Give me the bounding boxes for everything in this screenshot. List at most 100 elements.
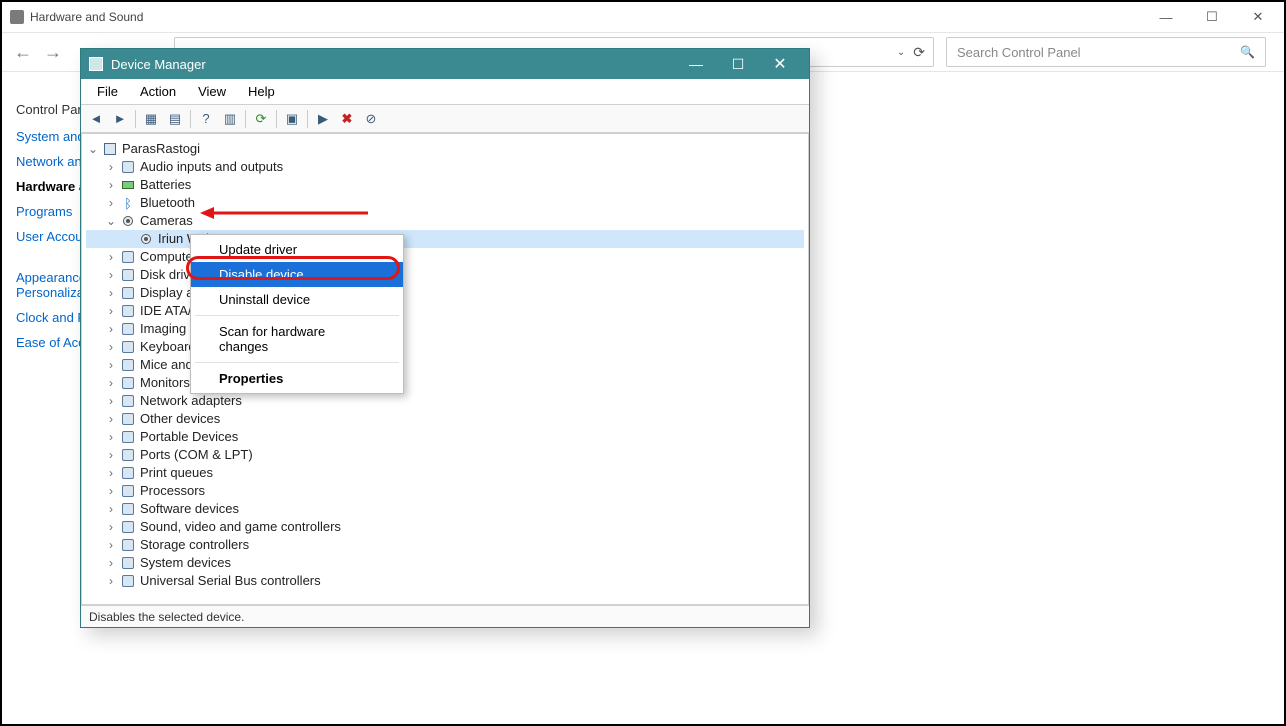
tree-label: Portable Devices xyxy=(140,428,238,446)
cp-search-box[interactable]: Search Control Panel 🔍 xyxy=(946,37,1266,67)
generic-icon xyxy=(120,501,136,517)
expand-icon[interactable]: › xyxy=(104,176,118,194)
minimize-button[interactable]: — xyxy=(1144,6,1188,28)
expand-icon[interactable]: › xyxy=(104,248,118,266)
generic-icon xyxy=(120,285,136,301)
expand-icon[interactable]: › xyxy=(104,464,118,482)
toolbar-help-icon[interactable]: ? xyxy=(195,108,217,130)
expand-icon[interactable]: › xyxy=(104,428,118,446)
dm-statusbar: Disables the selected device. xyxy=(81,605,809,627)
chevron-down-icon[interactable]: ⌄ xyxy=(897,47,905,58)
toolbar-show-hidden-icon[interactable]: ▦ xyxy=(140,108,162,130)
expand-icon[interactable]: › xyxy=(104,572,118,590)
toolbar-disable-icon[interactable]: ⊘ xyxy=(360,108,382,130)
expand-icon[interactable]: › xyxy=(104,536,118,554)
expand-icon[interactable]: › xyxy=(104,482,118,500)
collapse-icon[interactable]: ⌄ xyxy=(104,212,118,230)
tree-label: Monitors xyxy=(140,374,190,392)
tree-label: Universal Serial Bus controllers xyxy=(140,572,321,590)
tree-node[interactable]: › Processors xyxy=(86,482,804,500)
toolbar-update-driver-icon[interactable]: ▣ xyxy=(281,108,303,130)
generic-icon xyxy=(120,573,136,589)
tree-label: Sound, video and game controllers xyxy=(140,518,341,536)
context-item[interactable]: Update driver xyxy=(191,237,403,262)
expand-icon[interactable]: › xyxy=(104,518,118,536)
tree-label: Bluetooth xyxy=(140,194,195,212)
expand-icon[interactable]: › xyxy=(104,500,118,518)
tree-node[interactable]: › Portable Devices xyxy=(86,428,804,446)
search-placeholder: Search Control Panel xyxy=(957,45,1081,60)
tree-node[interactable]: ›System devices xyxy=(86,554,804,572)
forward-button[interactable]: → xyxy=(44,43,62,61)
context-item[interactable]: Disable device xyxy=(191,262,403,287)
generic-icon xyxy=(120,555,136,571)
expand-icon[interactable]: › xyxy=(104,158,118,176)
expand-icon[interactable]: › xyxy=(104,320,118,338)
battery-icon xyxy=(120,177,136,193)
context-item[interactable]: Scan for hardware changes xyxy=(191,319,403,359)
dm-toolbar: ◄ ► ▦ ▤ ? ▥ ⟳ ▣ ▶ ✖ ⊘ xyxy=(81,105,809,133)
context-item[interactable]: Uninstall device xyxy=(191,287,403,312)
toolbar-forward-icon[interactable]: ► xyxy=(109,108,131,130)
tree-node[interactable]: ›Software devices xyxy=(86,500,804,518)
tree-node[interactable]: ⌄ Cameras xyxy=(86,212,804,230)
dm-menu-item[interactable]: Help xyxy=(238,81,285,102)
toolbar-scan-icon[interactable]: ⟳ xyxy=(250,108,272,130)
expand-icon[interactable]: › xyxy=(104,554,118,572)
collapse-icon[interactable]: ⌄ xyxy=(86,140,100,158)
dm-close-button[interactable]: ✕ xyxy=(759,50,801,78)
generic-icon xyxy=(120,429,136,445)
toolbar-properties-icon[interactable]: ▤ xyxy=(164,108,186,130)
dm-menu-item[interactable]: File xyxy=(87,81,128,102)
tree-node[interactable]: › Bluetooth xyxy=(86,194,804,212)
tree-node[interactable]: ›Batteries xyxy=(86,176,804,194)
back-button[interactable]: ← xyxy=(14,43,32,61)
dm-minimize-button[interactable]: — xyxy=(675,50,717,78)
dm-titlebar[interactable]: Device Manager — ☐ ✕ xyxy=(81,49,809,79)
expand-icon[interactable]: › xyxy=(104,338,118,356)
expand-icon[interactable]: › xyxy=(104,356,118,374)
generic-icon xyxy=(120,159,136,175)
tree-node[interactable]: › Universal Serial Bus controllers xyxy=(86,572,804,590)
generic-icon xyxy=(120,465,136,481)
tree-node[interactable]: ⌄ParasRastogi xyxy=(86,140,804,158)
close-button[interactable]: ✕ xyxy=(1236,6,1280,28)
tree-label: Cameras xyxy=(140,212,193,230)
tree-label: Storage controllers xyxy=(140,536,249,554)
tree-node[interactable]: › Sound, video and game controllers xyxy=(86,518,804,536)
expand-icon[interactable]: › xyxy=(104,410,118,428)
tree-node[interactable]: › Network adapters xyxy=(86,392,804,410)
maximize-button[interactable]: ☐ xyxy=(1190,6,1234,28)
dm-menu-item[interactable]: View xyxy=(188,81,236,102)
tree-node[interactable]: ›Audio inputs and outputs xyxy=(86,158,804,176)
dm-maximize-button[interactable]: ☐ xyxy=(717,50,759,78)
expand-icon[interactable]: › xyxy=(104,374,118,392)
cam-icon xyxy=(138,231,154,247)
cp-titlebar: Hardware and Sound xyxy=(2,2,1284,32)
generic-icon xyxy=(120,321,136,337)
toolbar-back-icon[interactable]: ◄ xyxy=(85,108,107,130)
generic-icon xyxy=(120,519,136,535)
tree-label: Network adapters xyxy=(140,392,242,410)
expand-icon[interactable]: › xyxy=(104,284,118,302)
tree-label: Processors xyxy=(140,482,205,500)
expand-icon[interactable]: › xyxy=(104,446,118,464)
toolbar-uninstall-icon[interactable]: ✖ xyxy=(336,108,358,130)
tree-node[interactable]: ›Ports (COM & LPT) xyxy=(86,446,804,464)
context-item[interactable]: Properties xyxy=(191,366,403,391)
tree-node[interactable]: ›Other devices xyxy=(86,410,804,428)
expand-icon[interactable]: › xyxy=(104,392,118,410)
refresh-icon[interactable]: ⟳ xyxy=(913,44,925,61)
dm-title-text: Device Manager xyxy=(111,57,206,72)
dm-menu-item[interactable]: Action xyxy=(130,81,186,102)
generic-icon xyxy=(120,411,136,427)
toolbar-view-icon[interactable]: ▥ xyxy=(219,108,241,130)
pc-icon xyxy=(102,141,118,157)
expand-icon[interactable]: › xyxy=(104,302,118,320)
tree-node[interactable]: ›Print queues xyxy=(86,464,804,482)
generic-icon xyxy=(120,267,136,283)
tree-node[interactable]: › Storage controllers xyxy=(86,536,804,554)
expand-icon[interactable]: › xyxy=(104,266,118,284)
toolbar-enable-icon[interactable]: ▶ xyxy=(312,108,334,130)
expand-icon[interactable]: › xyxy=(104,194,118,212)
